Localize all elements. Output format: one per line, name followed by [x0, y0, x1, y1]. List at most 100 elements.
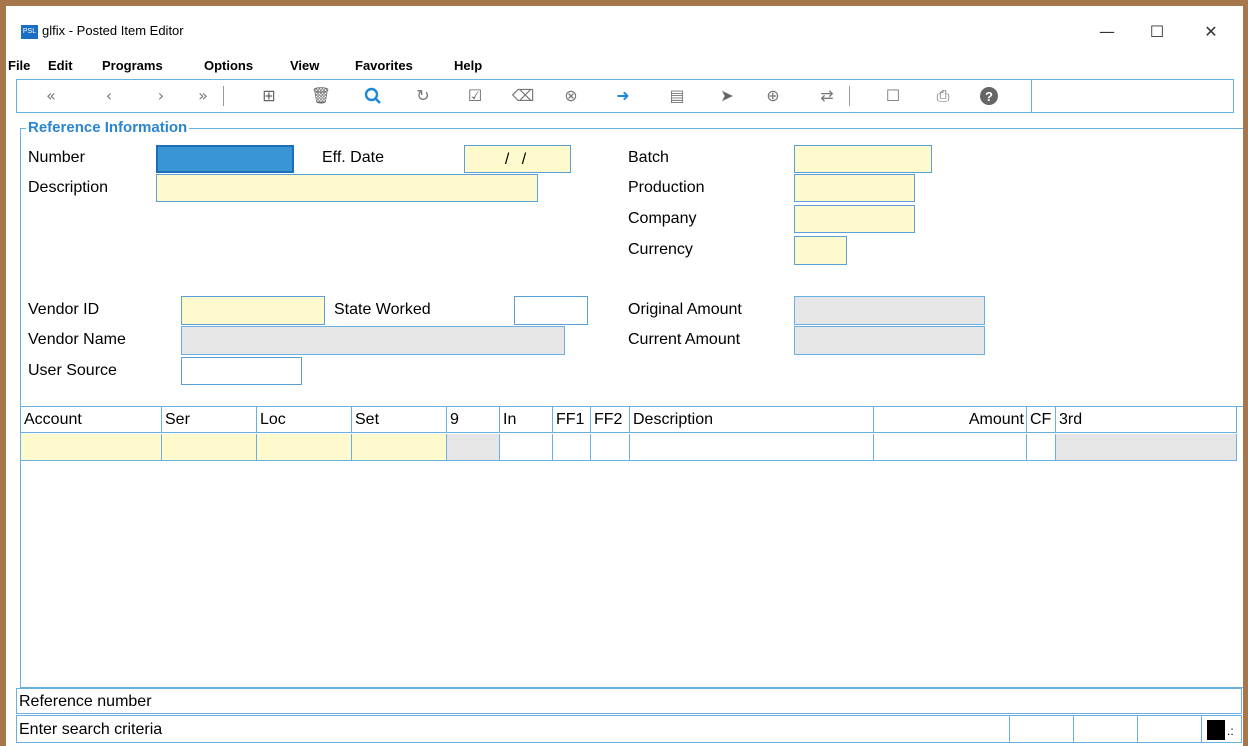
status-pane [1201, 716, 1202, 743]
grid-cell-3rd [1056, 434, 1237, 461]
erase-icon[interactable]: ⌫ [511, 84, 535, 108]
grid-cell-ser[interactable] [162, 434, 257, 461]
print-icon[interactable]: ⎙ [931, 84, 955, 108]
app-window: PSL glfix - Posted Item Editor — ☐ ✕ Fil… [6, 6, 1243, 746]
grid-cell-9 [447, 434, 500, 461]
production-label: Production [628, 179, 705, 196]
production-field[interactable] [794, 174, 915, 202]
close-button[interactable]: ✕ [1188, 18, 1234, 46]
grid-cell-ff2[interactable] [591, 434, 630, 461]
first-icon[interactable]: « [39, 84, 63, 108]
window-title: glfix - Posted Item Editor [42, 23, 184, 38]
grid-cell-in[interactable] [500, 434, 553, 461]
cancel-icon[interactable]: ⊗ [559, 84, 583, 108]
grid-header-set[interactable]: Set [352, 407, 447, 433]
grid-cell-description[interactable] [630, 434, 874, 461]
reference-group-title: Reference Information [26, 119, 190, 136]
zoom-icon[interactable]: ⊕ [761, 84, 785, 108]
delete-icon[interactable]: 🗑 [309, 84, 333, 108]
prev-icon[interactable]: ‹ [97, 84, 121, 108]
company-label: Company [628, 210, 697, 227]
toolbar: « ‹ › » ⊞ 🗑 ↻ ☑ ⌫ ⊗ ➜ ▤ ➤ ⊕ ⇄ ☐ ⎙ ? [16, 79, 1234, 113]
menu-options[interactable]: Options [204, 58, 253, 73]
next-icon[interactable]: › [149, 84, 173, 108]
status-pane [1073, 716, 1074, 743]
title-bar: PSL glfix - Posted Item Editor — ☐ ✕ [6, 6, 1243, 52]
app-icon: PSL [21, 25, 38, 39]
search-icon[interactable] [361, 84, 385, 108]
vendor-name-field [181, 326, 565, 355]
last-icon[interactable]: » [191, 84, 215, 108]
add-icon[interactable]: ⊞ [257, 84, 281, 108]
svg-text:?: ? [985, 89, 993, 104]
status-bar: Enter search criteria .: [16, 715, 1242, 743]
menu-file[interactable]: File [8, 58, 30, 73]
batch-field[interactable] [794, 145, 932, 173]
status-pane [1137, 716, 1138, 743]
grid-header-amount[interactable]: Amount [874, 407, 1027, 433]
effdate-field[interactable]: / / [464, 145, 571, 173]
grid-cell-ff1[interactable] [553, 434, 591, 461]
user-source-label: User Source [28, 362, 117, 379]
menu-help[interactable]: Help [454, 58, 482, 73]
grid-header-cf[interactable]: CF [1027, 407, 1056, 433]
resize-grip-icon[interactable]: .: [1227, 718, 1234, 745]
grid-header-ff2[interactable]: FF2 [591, 407, 630, 433]
detail-grid: Account Ser Loc Set 9 In FF1 FF2 Descrip… [20, 406, 1243, 688]
check-icon[interactable]: ☑ [463, 84, 487, 108]
current-amount-label: Current Amount [628, 331, 741, 348]
grid-cell-set[interactable] [352, 434, 447, 461]
help-icon[interactable]: ? [977, 84, 1001, 108]
grid-header-loc[interactable]: Loc [257, 407, 352, 433]
effdate-label: Eff. Date [322, 149, 384, 166]
exit-icon[interactable]: ➜ [611, 84, 635, 108]
menu-view[interactable]: View [290, 58, 319, 73]
company-field[interactable] [794, 205, 915, 233]
grid-header-9[interactable]: 9 [447, 407, 500, 433]
state-worked-field[interactable] [514, 296, 588, 325]
grid-header-ser[interactable]: Ser [162, 407, 257, 433]
note-icon[interactable]: ☐ [881, 84, 905, 108]
state-worked-label: State Worked [334, 301, 431, 318]
menu-edit[interactable]: Edit [48, 58, 73, 73]
swap-icon[interactable]: ⇄ [815, 84, 839, 108]
list-icon[interactable]: ▤ [665, 84, 689, 108]
grid-header-in[interactable]: In [500, 407, 553, 433]
current-amount-field [794, 326, 985, 355]
original-amount-field [794, 296, 985, 325]
refresh-icon[interactable]: ↻ [411, 84, 435, 108]
menu-bar: File Edit Programs Options View Favorite… [6, 54, 1243, 78]
grid-header-3rd[interactable]: 3rd [1056, 407, 1237, 433]
maximize-button[interactable]: ☐ [1134, 18, 1180, 46]
status-message: Enter search criteria [19, 721, 163, 738]
minimize-button[interactable]: — [1084, 18, 1130, 46]
grid-header-account[interactable]: Account [21, 407, 162, 433]
description-field[interactable] [156, 174, 538, 202]
grid-header-description[interactable]: Description [630, 407, 874, 433]
user-source-field[interactable] [181, 357, 302, 385]
grid-cell-amount[interactable] [874, 434, 1027, 461]
batch-label: Batch [628, 149, 669, 166]
pointer-icon[interactable]: ➤ [715, 84, 739, 108]
menu-favorites[interactable]: Favorites [355, 58, 413, 73]
status-indicator [1207, 720, 1225, 740]
description-label: Description [28, 179, 109, 196]
status-pane [1009, 716, 1010, 743]
number-label: Number [28, 149, 85, 166]
number-field[interactable] [156, 145, 294, 173]
original-amount-label: Original Amount [628, 301, 742, 318]
toolbar-end-divider [1031, 80, 1032, 112]
menu-programs[interactable]: Programs [102, 58, 163, 73]
vendor-id-label: Vendor ID [28, 301, 100, 318]
toolbar-separator [849, 86, 850, 106]
field-hint-bar: Reference number [16, 688, 1242, 714]
vendor-name-label: Vendor Name [28, 331, 126, 348]
grid-cell-loc[interactable] [257, 434, 352, 461]
grid-cell-cf[interactable] [1027, 434, 1056, 461]
vendor-id-field[interactable] [181, 296, 325, 325]
grid-cell-account[interactable] [21, 434, 162, 461]
currency-label: Currency [628, 241, 693, 258]
toolbar-separator [223, 86, 224, 106]
currency-field[interactable] [794, 236, 847, 265]
grid-header-ff1[interactable]: FF1 [553, 407, 591, 433]
